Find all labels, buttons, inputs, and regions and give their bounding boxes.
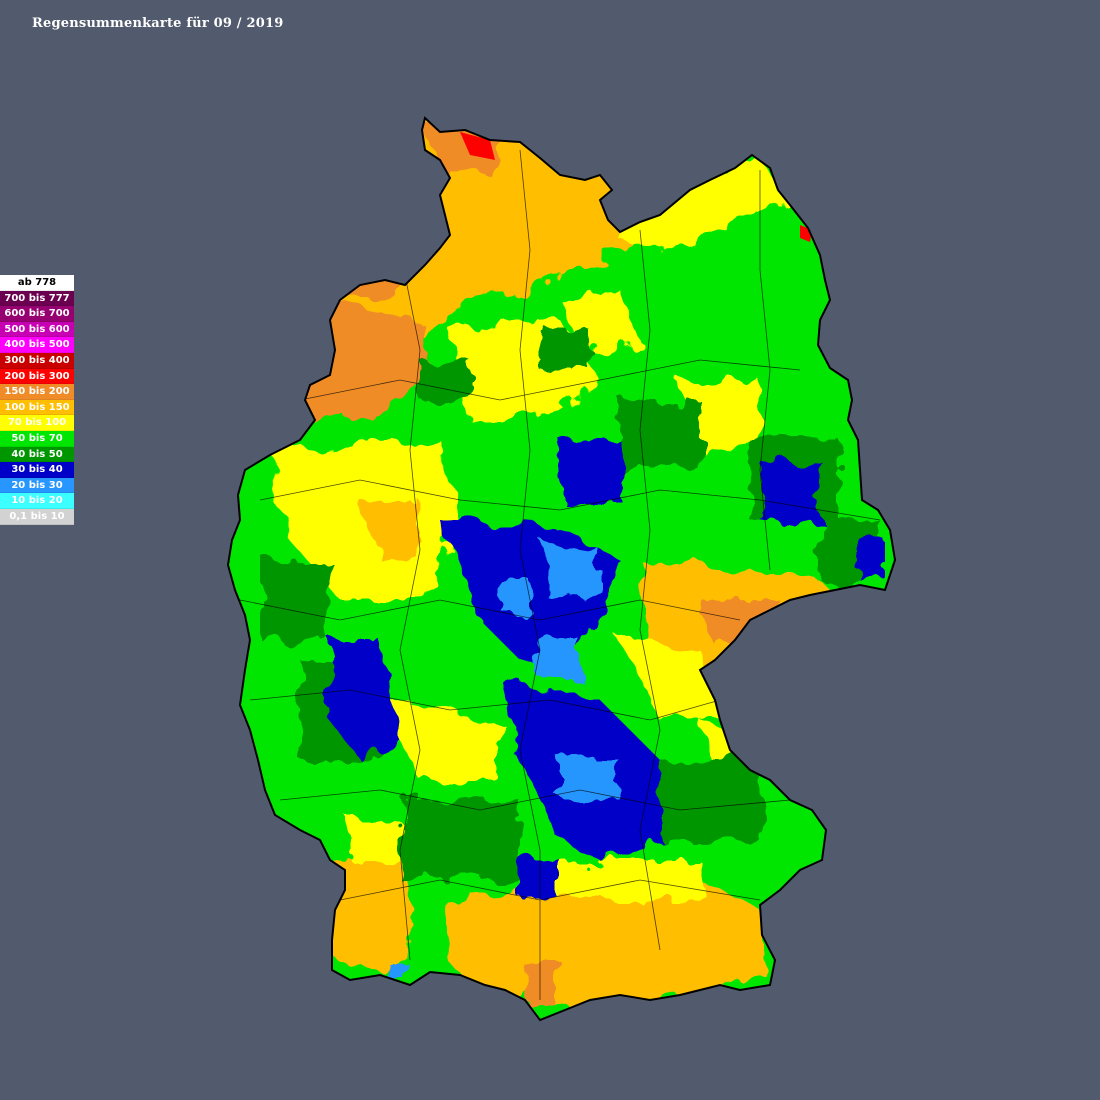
- legend-item: 150 bis 200: [0, 384, 74, 400]
- map-title: Regensummenkarte für 09 / 2019: [32, 16, 284, 31]
- rain-legend: ab 778 700 bis 777 600 bis 700 500 bis 600 4…: [0, 275, 74, 525]
- legend-item: 600 bis 700: [0, 306, 74, 322]
- legend-item: 20 bis 30: [0, 477, 74, 494]
- legend-item: 100 bis 150: [0, 399, 74, 416]
- legend-item: 0,1 bis 10: [0, 508, 74, 525]
- legend-item: 40 bis 50: [0, 446, 74, 463]
- legend-item: 70 bis 100: [0, 415, 74, 431]
- legend-item: 500 bis 600: [0, 321, 74, 338]
- legend-item: 30 bis 40: [0, 462, 74, 478]
- germany-rainfall-map: [227, 117, 896, 1021]
- legend-item: ab 778: [0, 275, 74, 291]
- map-canvas: Regensummenkarte für 09 / 2019 ab 778 700…: [0, 0, 1100, 1100]
- legend-item: 50 bis 70: [0, 430, 74, 447]
- legend-item: 10 bis 20: [0, 493, 74, 509]
- legend-item: 400 bis 500: [0, 337, 74, 353]
- map-fill-layer: [228, 118, 895, 1020]
- legend-item: 200 bis 300: [0, 368, 74, 385]
- legend-item: 300 bis 400: [0, 352, 74, 369]
- legend-item: 700 bis 777: [0, 290, 74, 307]
